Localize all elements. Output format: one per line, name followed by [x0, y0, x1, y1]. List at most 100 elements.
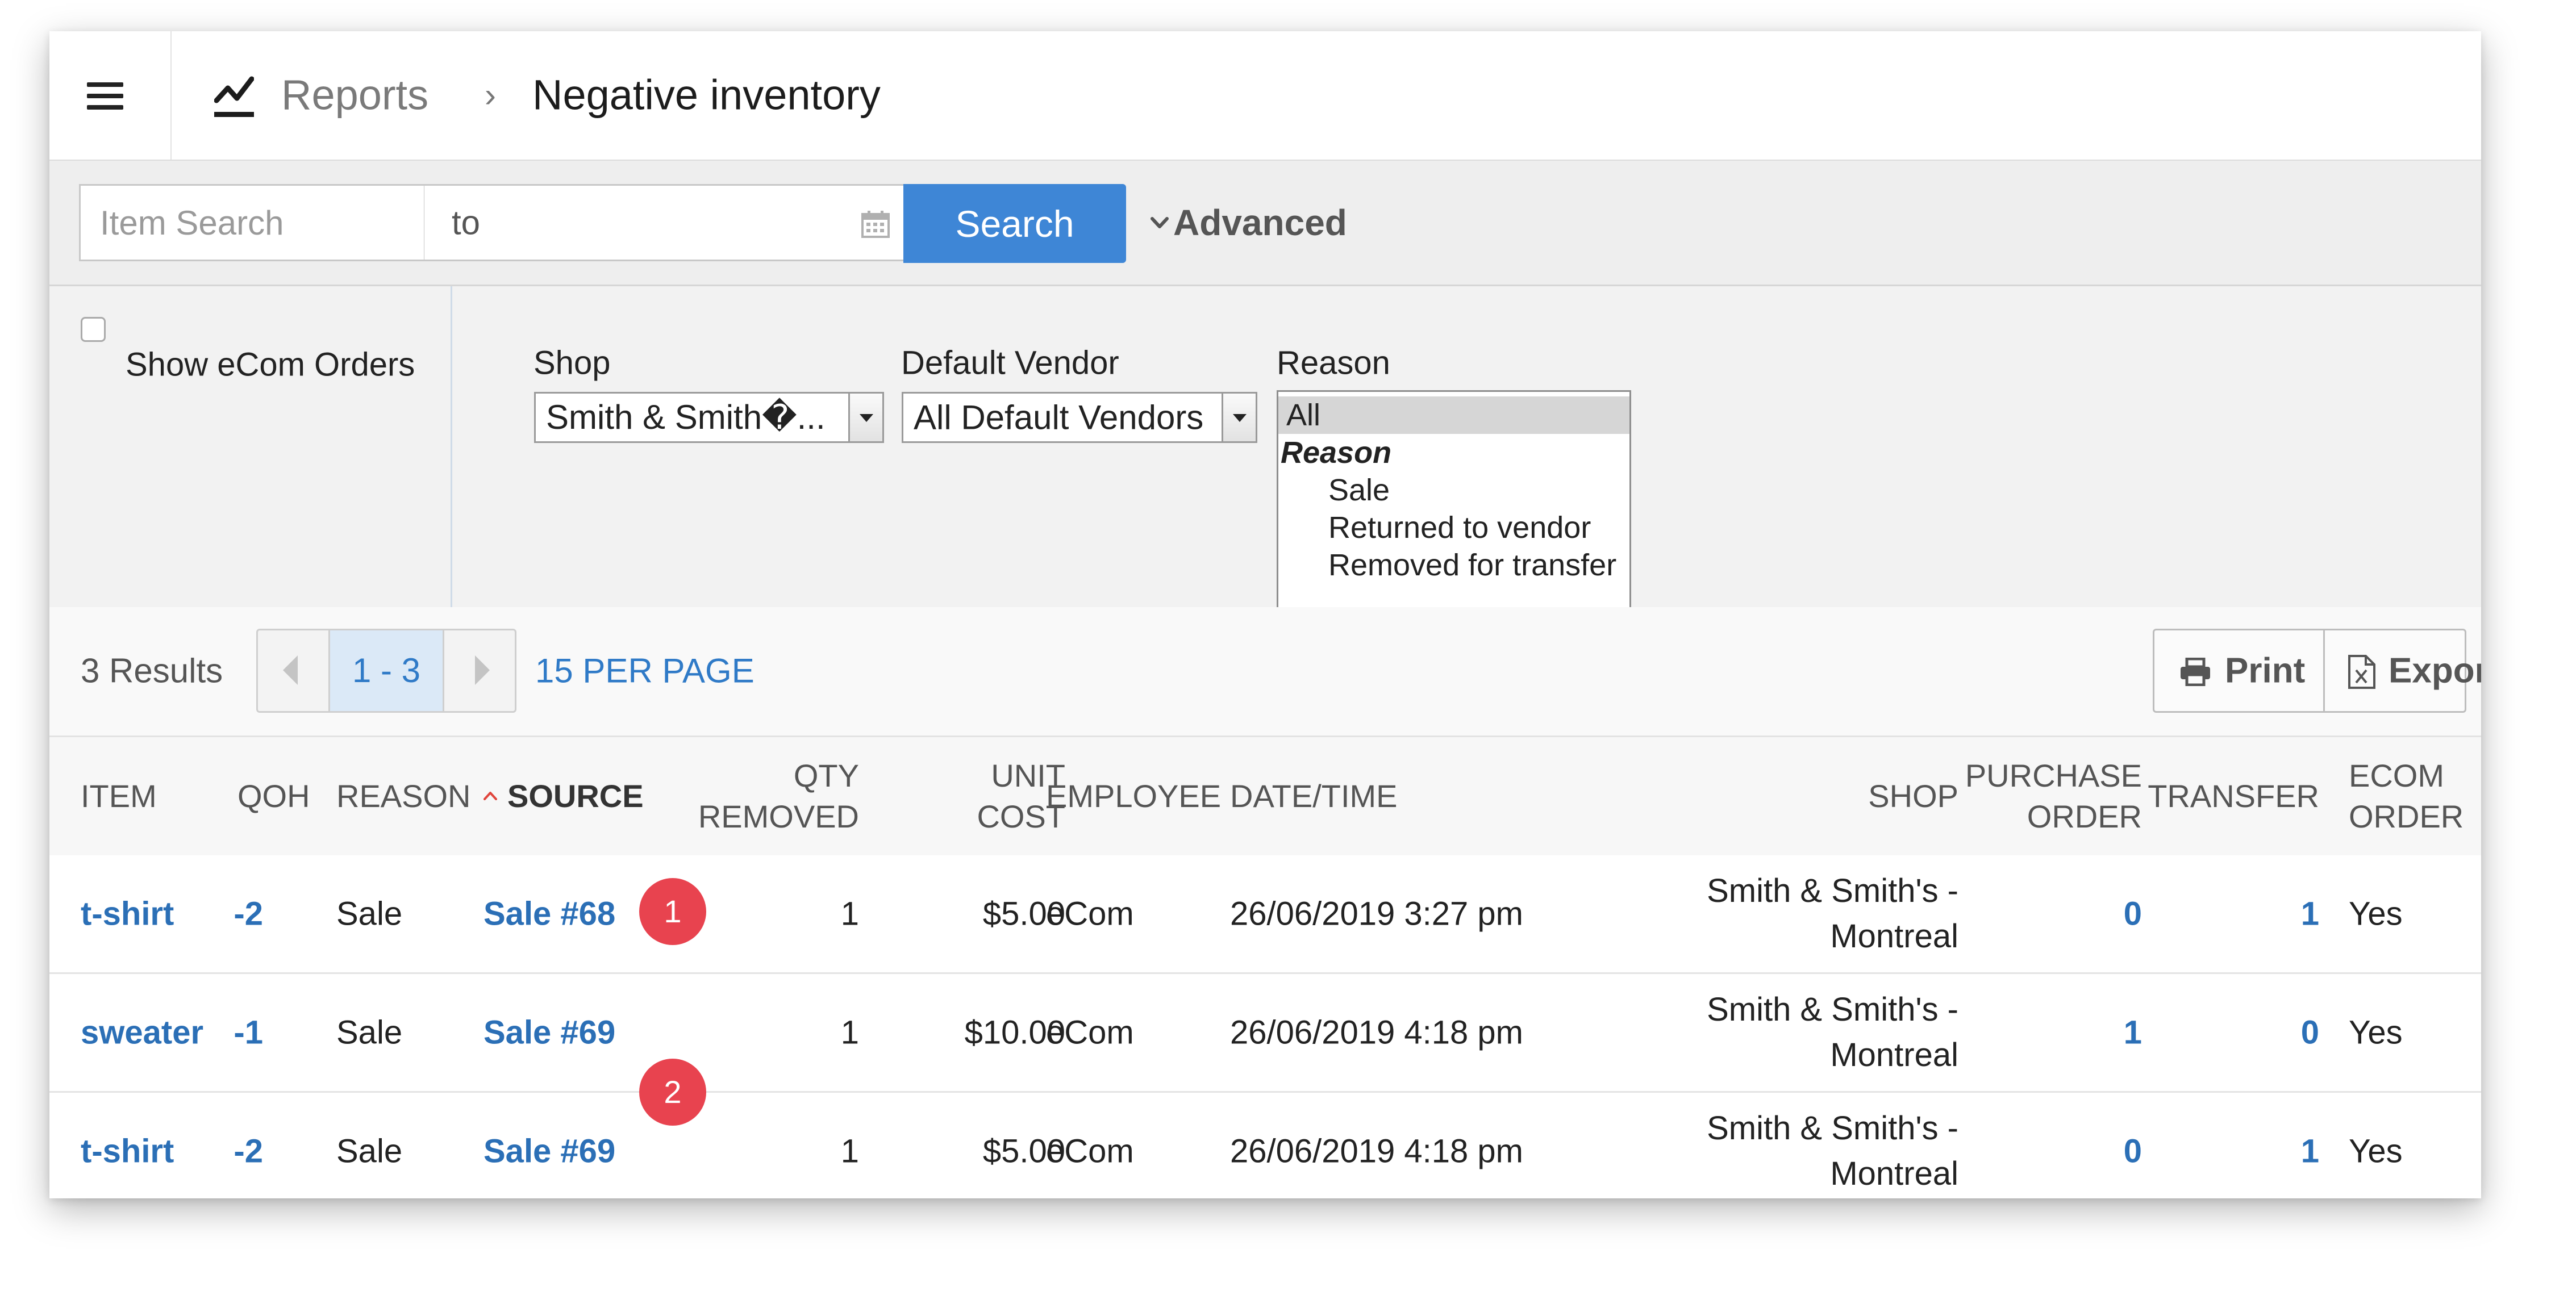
show-ecom-orders-label[interactable]: Show eCom Orders [126, 346, 415, 384]
shop-line2: Montreal [1830, 918, 1958, 955]
excel-file-icon [2348, 655, 2375, 689]
dropdown-arrow-icon [1222, 394, 1256, 441]
item-search-input[interactable] [79, 184, 426, 261]
shop-line1: Smith & Smith's - [1707, 872, 1958, 909]
qty-removed-value: 1 [840, 895, 859, 933]
purchase-order-link[interactable]: 0 [2124, 895, 2142, 933]
date-to-label: to [452, 203, 481, 242]
export-button[interactable]: Export [2325, 630, 2481, 711]
qty-header-line1: QTY [793, 758, 859, 793]
column-header-item[interactable]: ITEM [81, 776, 157, 817]
source-link[interactable]: Sale #68 [483, 895, 615, 933]
reason-filter-label: Reason [1277, 344, 1390, 382]
column-header-shop[interactable]: SHOP [1868, 776, 1958, 817]
reason-listbox[interactable]: All Reason Sale Returned to vendor Remov… [1277, 390, 1631, 610]
menu-button[interactable] [49, 31, 172, 160]
sort-ascending-icon [483, 792, 497, 801]
item-link[interactable]: t-shirt [81, 895, 174, 933]
source-link[interactable]: Sale #69 [483, 1132, 615, 1171]
qty-header-line2: REMOVED [698, 799, 859, 834]
qoh-value[interactable]: -2 [234, 1132, 263, 1171]
search-button[interactable]: Search [903, 184, 1126, 263]
column-header-source-label: SOURCE [507, 778, 644, 814]
shop-select-value: Smith & Smith�... [546, 398, 826, 436]
purchase-order-link[interactable]: 0 [2124, 1132, 2142, 1171]
ecom-header-line2: ORDER [2349, 799, 2464, 834]
transfer-link[interactable]: 1 [2301, 895, 2319, 933]
page-range: 1 - 3 [328, 630, 444, 711]
advanced-toggle[interactable]: Advanced [1151, 202, 1347, 244]
reason-option-removed-for-transfer[interactable]: Removed for transfer [1278, 546, 1629, 584]
search-bar: to Search Advanced [49, 161, 2481, 286]
table-row: t-shirt -2 Sale Sale #69 1 $5.00 eCom 26… [49, 1093, 2481, 1198]
next-page-button[interactable] [444, 630, 515, 711]
shop-value: Smith & Smith's - Montreal [1707, 1106, 1958, 1197]
ecom-order-value: Yes [2349, 895, 2403, 933]
reason-option-sale[interactable]: Sale [1278, 471, 1629, 509]
vendor-select-value: All Default Vendors [914, 398, 1204, 437]
reason-value: Sale [336, 895, 403, 933]
shop-filter-label: Shop [533, 344, 611, 382]
qoh-value[interactable]: -1 [234, 1014, 263, 1052]
qty-removed-value: 1 [840, 1014, 859, 1051]
shop-select[interactable]: Smith & Smith�... [534, 392, 884, 443]
results-toolbar: 3 Results 1 - 3 15 PER PAGE Print Expo [49, 607, 2481, 737]
per-page-selector[interactable]: 15 PER PAGE [535, 651, 755, 691]
employee-value: eCom [1046, 1014, 1134, 1051]
column-header-employee[interactable]: EMPLOYEE [1046, 776, 1221, 817]
datetime-value: 26/06/2019 4:18 pm [1230, 1014, 1523, 1051]
column-header-transfer[interactable]: TRANSFER [2148, 776, 2319, 817]
pagination: 1 - 3 [256, 629, 516, 713]
chevron-down-icon [1151, 217, 1169, 229]
trend-chart-icon [214, 76, 254, 117]
item-link[interactable]: sweater [81, 1014, 203, 1052]
column-header-datetime[interactable]: DATE/TIME [1230, 776, 1398, 817]
report-window: Reports › Negative inventory to Search A [49, 31, 2481, 1198]
transfer-link[interactable]: 1 [2301, 1132, 2319, 1171]
qoh-value[interactable]: -2 [234, 895, 263, 933]
shop-line1: Smith & Smith's - [1707, 991, 1958, 1028]
annotation-marker-2: 2 [639, 1059, 706, 1126]
employee-value: eCom [1046, 1132, 1134, 1170]
ecom-order-value: Yes [2349, 1132, 2403, 1170]
reason-option-returned-to-vendor[interactable]: Returned to vendor [1278, 509, 1629, 546]
column-header-source[interactable]: SOURCE [483, 776, 644, 817]
advanced-label: Advanced [1173, 202, 1347, 243]
advanced-filters-panel [49, 286, 2481, 609]
show-ecom-orders-checkbox[interactable] [81, 317, 106, 342]
item-link[interactable]: t-shirt [81, 1132, 174, 1171]
shop-value: Smith & Smith's - Montreal [1707, 868, 1958, 959]
annotation-marker-1: 1 [639, 878, 706, 945]
shop-line1: Smith & Smith's - [1707, 1110, 1958, 1147]
column-header-qty-removed[interactable]: QTY REMOVED [698, 755, 859, 837]
print-button[interactable]: Print [2154, 630, 2325, 711]
column-header-qoh[interactable]: QOH [237, 776, 310, 817]
print-label: Print [2225, 651, 2306, 691]
reason-option-all[interactable]: All [1278, 396, 1629, 434]
purchase-order-link[interactable]: 1 [2124, 1014, 2142, 1052]
source-link[interactable]: Sale #69 [483, 1014, 615, 1052]
app-header: Reports › Negative inventory [49, 31, 2481, 161]
reason-optgroup-label: Reason [1281, 436, 1392, 470]
dropdown-arrow-icon [848, 394, 882, 441]
column-header-reason[interactable]: REASON [336, 776, 471, 817]
previous-page-button[interactable] [258, 630, 328, 711]
column-header-purchase-order[interactable]: PURCHASE ORDER [1965, 755, 2142, 837]
filters-divider [451, 286, 452, 607]
shop-line2: Montreal [1830, 1155, 1958, 1192]
default-vendor-select[interactable]: All Default Vendors [902, 392, 1257, 443]
table-row: t-shirt -2 Sale Sale #68 1 $5.00 eCom 26… [49, 855, 2481, 974]
po-header-line2: ORDER [2027, 799, 2142, 834]
po-header-line1: PURCHASE [1965, 758, 2142, 793]
report-actions: Print Export [2153, 629, 2481, 713]
breadcrumb-reports-link[interactable]: Reports [281, 71, 428, 119]
reason-value: Sale [336, 1132, 403, 1170]
shop-line2: Montreal [1830, 1036, 1958, 1073]
calendar-icon[interactable] [861, 211, 890, 238]
transfer-link[interactable]: 0 [2301, 1014, 2319, 1052]
results-count: 3 Results [81, 651, 223, 690]
column-header-ecom-order[interactable]: ECOM ORDER [2349, 755, 2464, 837]
ecom-order-value: Yes [2349, 1014, 2403, 1051]
date-range-input[interactable]: to [424, 184, 908, 261]
datetime-value: 26/06/2019 4:18 pm [1230, 1132, 1523, 1170]
